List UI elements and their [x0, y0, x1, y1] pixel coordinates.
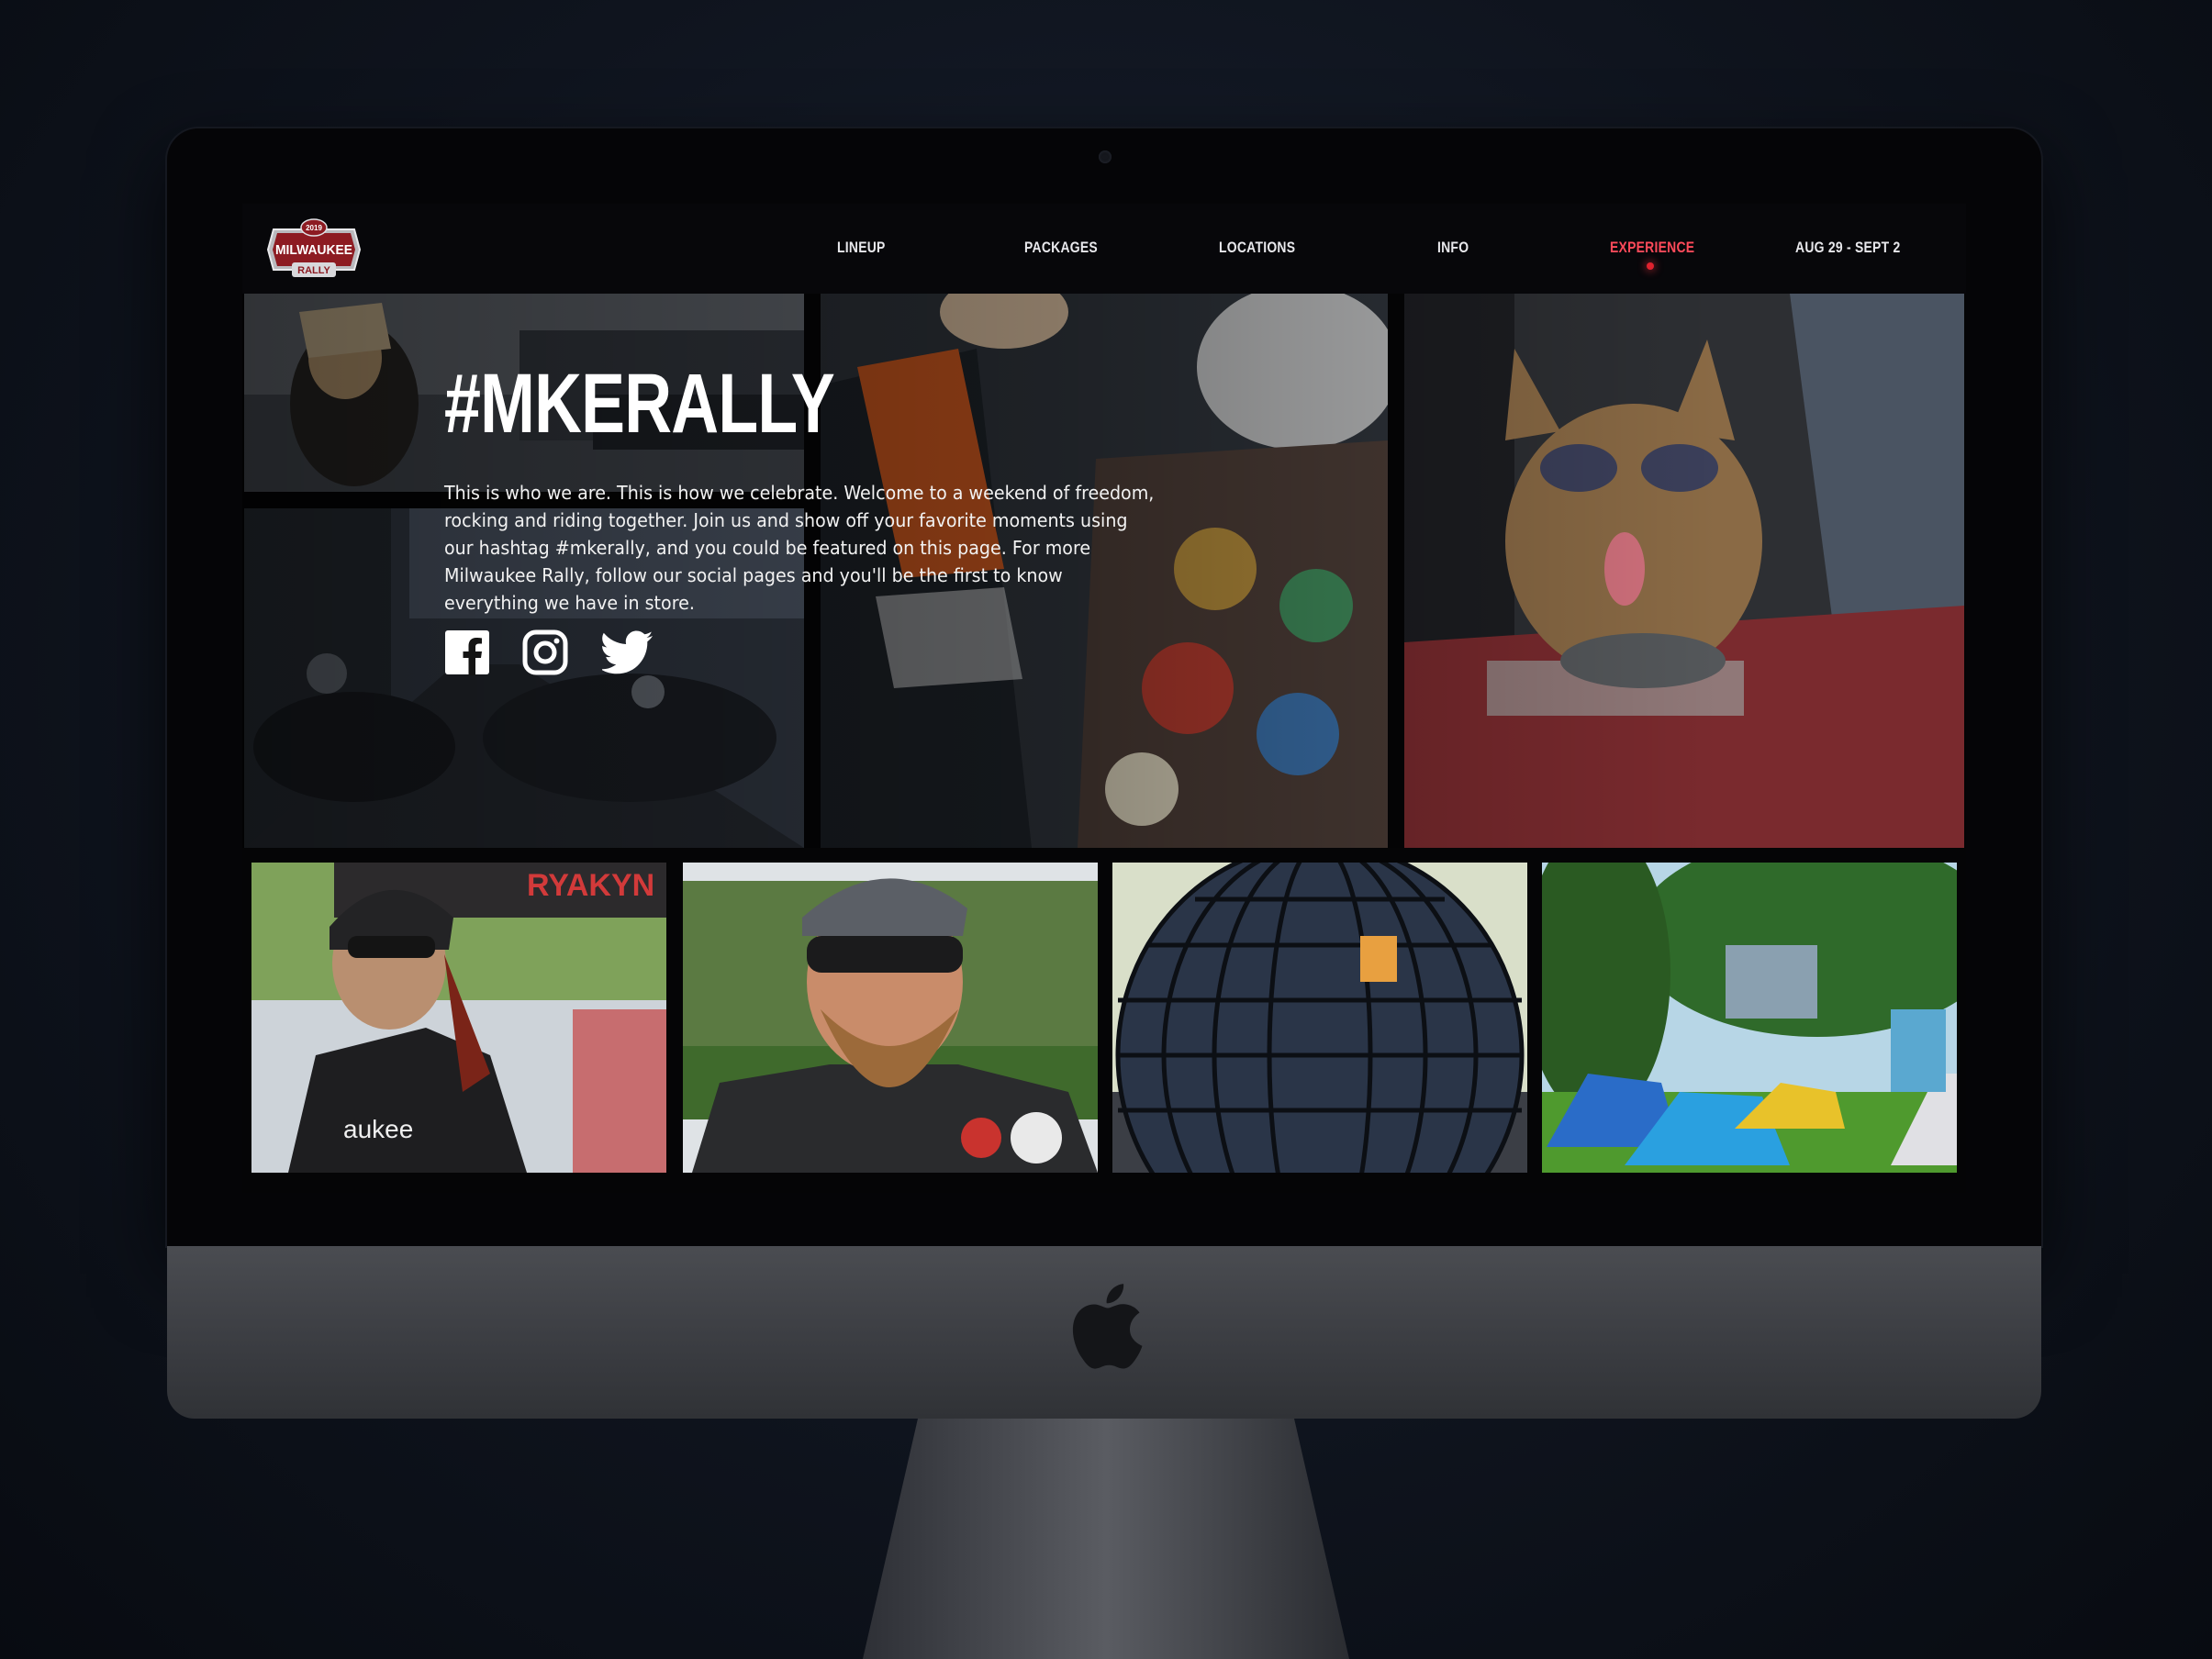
site-header: 2019 MILWAUKEE RALLY LINEUP PACKAGES LOC…	[242, 204, 1966, 294]
facebook-icon[interactable]	[444, 629, 490, 675]
nav-dates[interactable]: AUG 29 - SEPT 2	[1795, 239, 1900, 257]
logo-subtitle: RALLY	[297, 265, 330, 276]
monitor-stand	[863, 1419, 1349, 1659]
twitter-icon[interactable]	[599, 629, 654, 675]
apple-logo	[1072, 1284, 1143, 1369]
milwaukee-rally-logo[interactable]: 2019 MILWAUKEE RALLY	[264, 215, 363, 284]
nav-active-indicator	[1647, 262, 1654, 270]
page-title: #MKERALLY	[444, 357, 835, 451]
gallery-photo-rider-woman[interactable]: RYAKYN aukee	[251, 863, 666, 1173]
gallery-photo-bearded-rider[interactable]	[683, 863, 1098, 1173]
tent-banner-text: RYAKYN	[527, 868, 654, 903]
vest-text: aukee	[343, 1115, 413, 1143]
nav-packages[interactable]: PACKAGES	[1024, 239, 1098, 257]
hero-photo-dog-goggles	[1404, 294, 1964, 848]
instagram-icon[interactable]	[522, 629, 568, 675]
camera	[1099, 150, 1112, 163]
intro-text: This is who we are. This is how we celeb…	[444, 482, 1155, 614]
website-screen: 2019 MILWAUKEE RALLY LINEUP PACKAGES LOC…	[242, 204, 1966, 1193]
nav-locations[interactable]: LOCATIONS	[1219, 239, 1295, 257]
nav-lineup[interactable]: LINEUP	[837, 239, 886, 257]
nav-experience[interactable]: EXPERIENCE	[1610, 239, 1694, 257]
logo-wordmark: MILWAUKEE	[275, 242, 352, 258]
logo-year: 2019	[306, 224, 322, 232]
nav-info[interactable]: INFO	[1437, 239, 1469, 257]
gallery-photo-campsite-tents[interactable]	[1542, 863, 1957, 1173]
gallery-photo-globe-of-death[interactable]	[1112, 863, 1527, 1173]
